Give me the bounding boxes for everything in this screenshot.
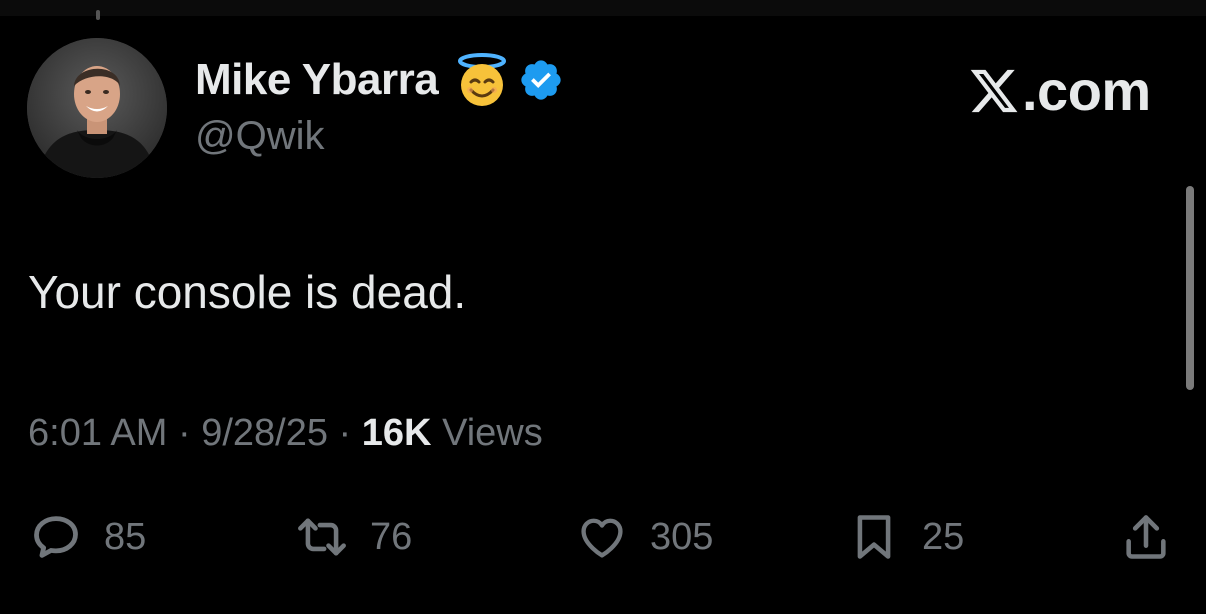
meta-separator: · [328,412,362,454]
like-button[interactable]: 305 [576,508,713,566]
verified-badge-icon [521,60,561,100]
smiling-face-with-halo-icon [458,53,507,106]
repost-count: 76 [370,515,413,558]
author-handle[interactable]: @Qwik [195,114,325,159]
repost-button[interactable]: 76 [296,508,412,566]
reply-button[interactable]: 85 [30,508,146,566]
x-brand: .com [968,58,1151,123]
brand-text: .com [1022,59,1151,122]
avatar-image [27,38,167,178]
top-tick [96,10,100,20]
tweet-date[interactable]: 9/28/25 [201,412,328,454]
bookmark-count: 25 [922,515,965,558]
views-label: Views [442,412,543,454]
avatar[interactable] [27,38,167,178]
tweet-meta: 6:01 AM · 9/28/25 · 16K Views [28,412,543,455]
x-logo-icon [970,69,1018,112]
tweet-time[interactable]: 6:01 AM [28,412,167,454]
top-strip [0,0,1206,16]
share-icon [1126,515,1166,559]
views-count: 16K [361,412,432,454]
share-button[interactable] [1120,508,1172,566]
like-count: 305 [650,515,714,558]
scrollbar[interactable] [1186,186,1194,390]
author-name-row[interactable]: Mike Ybarra [195,52,564,108]
tweet-text: Your console is dead. [28,266,467,318]
meta-separator: · [167,412,202,454]
heart-icon [581,518,623,558]
reply-icon [34,516,78,558]
bookmark-button[interactable]: 25 [848,508,964,566]
display-name[interactable]: Mike Ybarra [195,55,439,105]
reply-count: 85 [104,515,147,558]
repost-icon [298,518,346,556]
bookmark-icon [857,515,891,559]
